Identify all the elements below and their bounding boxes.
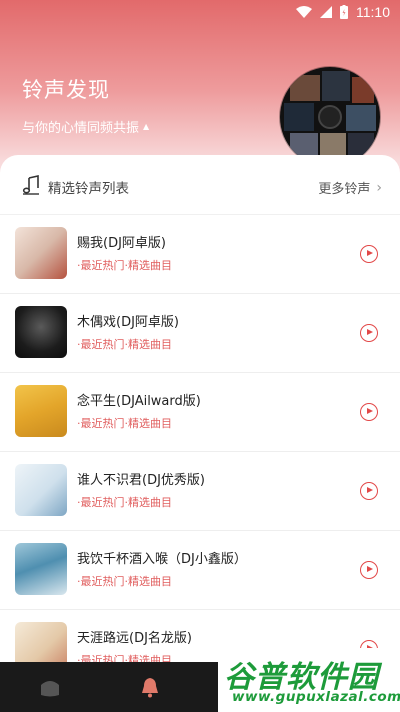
more-ringtones-label: 更多铃声 [318, 182, 371, 197]
status-bar: 11:10 [0, 0, 400, 24]
song-tag: ·最近热门·精选曲目 [77, 496, 172, 509]
song-title: 我饮千杯酒入喉（DJ小鑫版） [77, 552, 247, 567]
song-tag: ·最近热门·精选曲目 [77, 575, 172, 588]
song-title: 念平生(DJAilward版) [77, 394, 201, 409]
song-title: 谁人不识君(DJ优秀版) [77, 473, 205, 488]
play-icon[interactable] [360, 482, 378, 500]
list-title: 精选铃声列表 [48, 181, 129, 197]
song-cover [15, 464, 67, 516]
song-cover [15, 306, 67, 358]
song-title: 天涯路远(DJ名龙版) [77, 631, 192, 646]
watermark-url: www.gupuxlazal.com [232, 689, 400, 705]
song-tag: ·最近热门·精选曲目 [77, 259, 172, 272]
song-tag: ·最近热门·精选曲目 [77, 338, 172, 351]
song-row[interactable]: 念平生(DJAilward版) ·最近热门·精选曲目 [0, 373, 400, 452]
chevron-right-icon: › [376, 179, 382, 196]
play-icon[interactable] [360, 403, 378, 421]
hero-subtitle-text: 与你的心情同频共振 [22, 121, 140, 136]
home-tab-icon[interactable] [38, 676, 62, 698]
page-title: 铃声发现 [22, 78, 110, 102]
song-row[interactable]: 谁人不识君(DJ优秀版) ·最近热门·精选曲目 [0, 452, 400, 531]
play-icon[interactable] [360, 561, 378, 579]
more-ringtones-link[interactable]: 更多铃声 › [318, 178, 382, 198]
watermark: 谷普软件园 www.gupuxlazal.com [218, 648, 400, 712]
music-note-icon [22, 175, 39, 195]
hero-subtitle[interactable]: 与你的心情同频共振 ▲ [22, 117, 149, 136]
caret-up-icon: ▲ [143, 122, 150, 131]
song-tag: ·最近热门·精选曲目 [77, 417, 172, 430]
album-disc[interactable] [280, 67, 380, 167]
wifi-icon [296, 6, 312, 18]
song-cover [15, 227, 67, 279]
signal-icon [320, 6, 332, 18]
song-row[interactable]: 木偶戏(DJ阿卓版) ·最近热门·精选曲目 [0, 294, 400, 373]
song-row[interactable]: 赐我(DJ阿卓版) ·最近热门·精选曲目 [0, 215, 400, 294]
list-header: 精选铃声列表 更多铃声 › [0, 155, 400, 215]
song-title: 木偶戏(DJ阿卓版) [77, 315, 179, 330]
clock: 11:10 [356, 4, 390, 20]
song-row[interactable]: 我饮千杯酒入喉（DJ小鑫版） ·最近热门·精选曲目 [0, 531, 400, 610]
song-cover [15, 385, 67, 437]
battery-icon [340, 5, 348, 19]
play-icon[interactable] [360, 245, 378, 263]
bell-tab-icon[interactable] [138, 676, 162, 698]
ringtone-list-card: 精选铃声列表 更多铃声 › 赐我(DJ阿卓版) ·最近热门·精选曲目 木偶戏(D… [0, 155, 400, 689]
play-icon[interactable] [360, 324, 378, 342]
song-cover [15, 543, 67, 595]
song-title: 赐我(DJ阿卓版) [77, 236, 166, 251]
disc-center [318, 105, 342, 129]
